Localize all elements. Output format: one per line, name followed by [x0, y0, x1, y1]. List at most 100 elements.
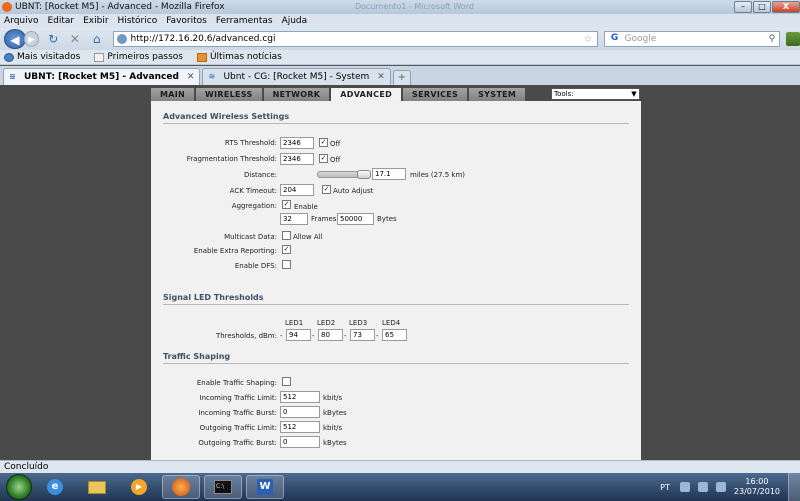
close-button[interactable]: X	[772, 1, 800, 13]
search-icon[interactable]: ⚲	[769, 34, 776, 44]
url-text[interactable]: http://172.16.20.6/advanced.cgi	[131, 34, 584, 44]
menu-ajuda[interactable]: Ajuda	[282, 16, 308, 26]
tab-close-icon[interactable]: ✕	[187, 72, 195, 82]
menu-editar[interactable]: Editar	[47, 16, 74, 26]
ubnt-icon: ≋	[9, 72, 16, 81]
multicast-allow-all-checkbox[interactable]	[282, 231, 291, 240]
menu-historico[interactable]: Histórico	[118, 16, 158, 26]
fragmentation-threshold-input[interactable]: 2346	[280, 153, 314, 165]
addon-icon[interactable]	[786, 32, 800, 46]
word-icon: W	[257, 479, 273, 495]
outgoing-burst-input[interactable]: 0	[280, 436, 320, 448]
outgoing-limit-input[interactable]: 512	[280, 421, 320, 433]
start-button[interactable]	[6, 474, 32, 500]
tray-arrow-icon[interactable]	[679, 482, 690, 492]
distance-slider[interactable]	[317, 170, 371, 179]
bookmarks-bar: Mais visitados Primeiros passos Últimas …	[0, 50, 800, 65]
extra-reporting-checkbox[interactable]: ✓	[282, 245, 291, 254]
minus-sign: -	[376, 332, 379, 340]
led3-threshold-input[interactable]: 73	[350, 329, 375, 341]
config-tabs: MAIN WIRELESS NETWORK ADVANCED SERVICES …	[151, 88, 527, 101]
led1-header: LED1	[285, 319, 304, 327]
taskbar-media-player[interactable]: ▶	[120, 475, 158, 499]
menu-exibir[interactable]: Exibir	[83, 16, 108, 26]
bookmark-ultimas-noticias[interactable]: Últimas notícias	[196, 52, 282, 62]
google-icon[interactable]: G	[607, 33, 622, 45]
outgoing-burst-unit: kBytes	[323, 439, 347, 447]
distance-label: Distance:	[244, 171, 277, 179]
traffic-shaping-checkbox[interactable]	[282, 377, 291, 386]
section-led-thresholds: Signal LED Thresholds	[163, 293, 629, 305]
folder-icon	[88, 480, 106, 494]
bookmark-primeiros-passos[interactable]: Primeiros passos	[94, 52, 183, 62]
browser-tab-advanced[interactable]: ≋ UBNT: [Rocket M5] - Advanced ✕	[3, 68, 201, 85]
ack-timeout-input[interactable]: 204	[280, 184, 314, 196]
aggregation-bytes-input[interactable]: 50000	[337, 213, 374, 225]
network-icon[interactable]	[697, 482, 708, 492]
browser-tab-system[interactable]: ≋ Ubnt - CG: [Rocket M5] - System ✕	[202, 68, 391, 85]
new-tab-button[interactable]: +	[392, 70, 411, 85]
stop-icon[interactable]: ✕	[67, 32, 83, 46]
tab-network[interactable]: NETWORK	[263, 88, 330, 101]
aggregation-enable-checkbox[interactable]: ✓	[282, 200, 291, 209]
tab-system[interactable]: SYSTEM	[469, 88, 526, 101]
rts-threshold-input[interactable]: 2346	[280, 137, 314, 149]
show-desktop-button[interactable]	[788, 473, 800, 501]
led4-threshold-input[interactable]: 65	[382, 329, 407, 341]
menu-arquivo[interactable]: Arquivo	[4, 16, 38, 26]
aggregation-label: Aggregation:	[231, 202, 277, 210]
taskbar-cmd[interactable]: C:\	[204, 475, 242, 499]
led1-threshold-input[interactable]: 94	[286, 329, 311, 341]
led2-threshold-input[interactable]: 80	[318, 329, 343, 341]
slider-handle[interactable]	[357, 170, 371, 179]
aggregation-frames-input[interactable]: 32	[280, 213, 308, 225]
tab-close-icon[interactable]: ✕	[377, 72, 385, 82]
incoming-burst-input[interactable]: 0	[280, 406, 320, 418]
back-button[interactable]: ◀	[4, 29, 26, 49]
taskbar-firefox[interactable]	[162, 475, 200, 499]
section-traffic-shaping: Traffic Shaping	[163, 352, 629, 364]
taskbar-explorer[interactable]	[78, 475, 116, 499]
menu-ferramentas[interactable]: Ferramentas	[216, 16, 273, 26]
incoming-burst-label: Incoming Traffic Burst:	[198, 409, 277, 417]
maximize-button[interactable]: □	[753, 1, 771, 13]
bookmark-star-icon[interactable]: ☆	[584, 34, 593, 45]
rts-threshold-label: RTS Threshold:	[224, 139, 277, 147]
minimize-button[interactable]: –	[734, 1, 752, 13]
clock[interactable]: 16:00 23/07/2010	[734, 477, 780, 497]
tab-advanced[interactable]: ADVANCED	[331, 88, 402, 101]
bookmark-mais-visitados[interactable]: Mais visitados	[4, 52, 80, 62]
fragmentation-off-checkbox[interactable]: ✓	[319, 154, 328, 163]
settings-panel: Advanced Wireless Settings RTS Threshold…	[151, 101, 641, 460]
taskbar-word[interactable]: W	[246, 475, 284, 499]
tools-select[interactable]: Tools: ▼	[551, 88, 640, 100]
thresholds-label: Thresholds, dBm:	[215, 332, 277, 340]
ie-icon: e	[47, 479, 63, 495]
dfs-checkbox[interactable]	[282, 260, 291, 269]
rts-off-checkbox[interactable]: ✓	[319, 138, 328, 147]
ack-auto-adjust-checkbox[interactable]: ✓	[322, 185, 331, 194]
tab-services[interactable]: SERVICES	[403, 88, 468, 101]
mais-visitados-icon	[4, 52, 14, 62]
reload-icon[interactable]: ↻	[45, 32, 61, 46]
taskbar: e ▶ C:\ W PT 16:00 23/07/2010	[0, 473, 800, 501]
url-bar[interactable]: http://172.16.20.6/advanced.cgi ☆	[112, 31, 598, 47]
tab-main[interactable]: MAIN	[151, 88, 195, 101]
taskbar-ie[interactable]: e	[36, 475, 74, 499]
minus-sign: -	[280, 332, 283, 340]
menu-favoritos[interactable]: Favoritos	[166, 16, 207, 26]
fragmentation-threshold-label: Fragmentation Threshold:	[186, 155, 277, 163]
tab-label: Ubnt - CG: [Rocket M5] - System	[223, 72, 370, 82]
ubnt-icon: ≋	[208, 72, 216, 81]
search-bar[interactable]: G Google ⚲	[603, 31, 781, 47]
browser-tabs: ≋ UBNT: [Rocket M5] - Advanced ✕ ≋ Ubnt …	[0, 66, 800, 85]
incoming-limit-input[interactable]: 512	[280, 391, 320, 403]
language-indicator[interactable]: PT	[660, 483, 670, 492]
distance-input[interactable]: 17.1	[372, 168, 406, 180]
search-input[interactable]: Google	[625, 34, 769, 44]
chevron-down-icon: ▼	[631, 90, 637, 98]
volume-icon[interactable]	[715, 482, 726, 492]
home-icon[interactable]: ⌂	[89, 32, 105, 46]
forward-button[interactable]: ▶	[23, 31, 40, 47]
tab-wireless[interactable]: WIRELESS	[196, 88, 262, 101]
